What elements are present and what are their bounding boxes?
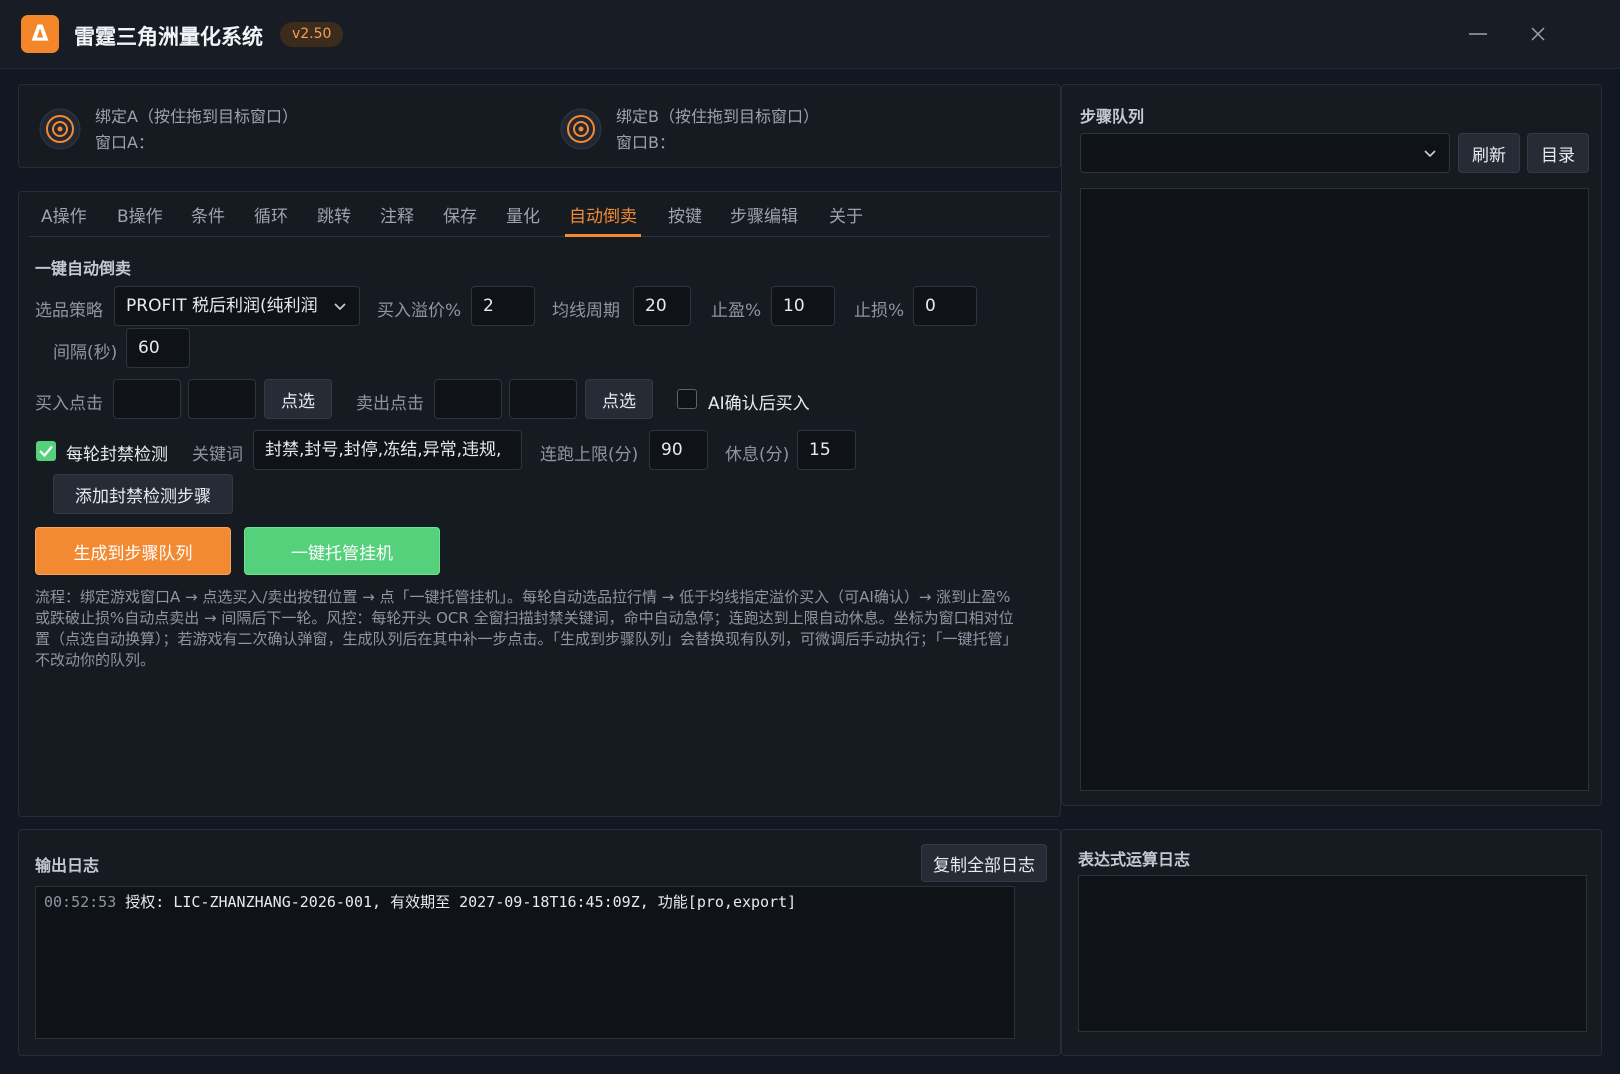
log-time: 00:52:53 bbox=[44, 893, 117, 911]
title-bar: Δ 雷霆三角洲量化系统 v2.50 bbox=[0, 0, 1620, 69]
section-title: 一键自动倒卖 bbox=[35, 259, 132, 278]
main-panel: A操作 B操作 条件 循环 跳转 注释 保存 量化 自动倒卖 按键 步骤编辑 关… bbox=[18, 191, 1061, 817]
stop-loss-input[interactable]: 0 bbox=[913, 286, 977, 326]
sell-pick-button[interactable]: 点选 bbox=[585, 379, 653, 419]
tab-keys[interactable]: 按键 bbox=[668, 202, 702, 234]
step-queue-list[interactable] bbox=[1080, 188, 1589, 791]
tab-condition[interactable]: 条件 bbox=[191, 202, 225, 234]
tab-b-operation[interactable]: B操作 bbox=[117, 202, 163, 234]
ai-confirm-checkbox[interactable] bbox=[677, 389, 697, 409]
premium-label: 买入溢价% bbox=[377, 301, 462, 321]
chevron-down-icon bbox=[1424, 150, 1436, 158]
check-icon bbox=[39, 445, 53, 458]
ban-check-checkbox[interactable] bbox=[36, 441, 56, 461]
tab-about[interactable]: 关于 bbox=[829, 202, 863, 234]
run-limit-label: 连跑上限(分) bbox=[540, 445, 639, 465]
tab-a-operation[interactable]: A操作 bbox=[41, 202, 87, 234]
buy-pick-button[interactable]: 点选 bbox=[264, 379, 332, 419]
target-icon[interactable] bbox=[560, 108, 602, 150]
take-profit-label: 止盈% bbox=[711, 301, 762, 321]
version-badge: v2.50 bbox=[280, 22, 344, 47]
buy-click-label: 买入点击 bbox=[35, 394, 103, 414]
interval-input[interactable]: 60 bbox=[126, 328, 190, 368]
tab-step-edit[interactable]: 步骤编辑 bbox=[730, 202, 798, 234]
close-icon bbox=[1531, 27, 1545, 41]
app-title: 雷霆三角洲量化系统 bbox=[74, 25, 263, 49]
ban-check-label: 每轮封禁检测 bbox=[66, 445, 168, 465]
sell-click-label: 卖出点击 bbox=[356, 394, 424, 414]
minimize-button[interactable] bbox=[1466, 22, 1490, 46]
bind-a-window: 窗口A： bbox=[95, 133, 154, 152]
keyword-label: 关键词 bbox=[192, 445, 243, 465]
tab-comment[interactable]: 注释 bbox=[380, 202, 414, 234]
step-queue-panel: 步骤队列 刷新 目录 bbox=[1061, 84, 1602, 806]
log-line: 00:52:53 授权: LIC-ZHANZHANG-2026-001, 有效期… bbox=[44, 891, 796, 912]
rest-input[interactable]: 15 bbox=[797, 430, 856, 470]
strategy-select[interactable]: PROFIT 税后利润(纯利润 bbox=[114, 286, 360, 326]
ai-confirm-label: AI确认后买入 bbox=[708, 394, 810, 414]
bind-a-label: 绑定A（按住拖到目标窗口） bbox=[95, 107, 298, 126]
strategy-label: 选品策略 bbox=[35, 301, 103, 321]
sell-click-y-input[interactable] bbox=[509, 379, 577, 419]
bind-b-window: 窗口B： bbox=[616, 133, 675, 152]
copy-all-log-button[interactable]: 复制全部日志 bbox=[921, 844, 1047, 882]
close-button[interactable] bbox=[1526, 22, 1550, 46]
tab-save[interactable]: 保存 bbox=[443, 202, 477, 234]
rest-label: 休息(分) bbox=[725, 445, 790, 465]
tab-auto-trade[interactable]: 自动倒卖 bbox=[565, 202, 641, 237]
generate-queue-button[interactable]: 生成到步骤队列 bbox=[35, 527, 231, 575]
expression-log-area[interactable] bbox=[1078, 875, 1587, 1032]
step-queue-select[interactable] bbox=[1080, 133, 1450, 173]
tab-bar: A操作 B操作 条件 循环 跳转 注释 保存 量化 自动倒卖 按键 步骤编辑 关… bbox=[29, 192, 1050, 237]
log-text: 授权: LIC-ZHANZHANG-2026-001, 有效期至 2027-09… bbox=[125, 893, 797, 911]
chevron-down-icon bbox=[334, 303, 346, 311]
tab-quant[interactable]: 量化 bbox=[506, 202, 540, 234]
bind-panel: 绑定A（按住拖到目标窗口） 窗口A： 绑定B（按住拖到目标窗口） 窗口B： bbox=[18, 84, 1061, 168]
premium-input[interactable]: 2 bbox=[471, 286, 535, 326]
bind-b-label: 绑定B（按住拖到目标窗口） bbox=[616, 107, 819, 126]
sell-click-x-input[interactable] bbox=[434, 379, 502, 419]
log-area[interactable]: 00:52:53 授权: LIC-ZHANZHANG-2026-001, 有效期… bbox=[35, 886, 1015, 1039]
app-logo-icon: Δ bbox=[21, 15, 59, 53]
interval-label: 间隔(秒) bbox=[53, 343, 118, 363]
keyword-input[interactable]: 封禁,封号,封停,冻结,异常,违规, bbox=[253, 430, 522, 470]
directory-button[interactable]: 目录 bbox=[1527, 133, 1589, 173]
tab-jump[interactable]: 跳转 bbox=[317, 202, 351, 234]
strategy-value: PROFIT 税后利润(纯利润 bbox=[126, 296, 318, 316]
output-log-panel: 输出日志 复制全部日志 00:52:53 授权: LIC-ZHANZHANG-2… bbox=[18, 829, 1061, 1056]
buy-click-y-input[interactable] bbox=[188, 379, 256, 419]
output-log-title: 输出日志 bbox=[35, 856, 100, 875]
ma-input[interactable]: 20 bbox=[633, 286, 691, 326]
run-limit-input[interactable]: 90 bbox=[649, 430, 708, 470]
target-icon[interactable] bbox=[39, 108, 81, 150]
refresh-button[interactable]: 刷新 bbox=[1458, 133, 1520, 173]
minimize-icon bbox=[1469, 33, 1487, 35]
ma-label: 均线周期 bbox=[552, 301, 620, 321]
tab-loop[interactable]: 循环 bbox=[254, 202, 288, 234]
add-ban-step-button[interactable]: 添加封禁检测步骤 bbox=[53, 474, 233, 514]
expression-log-panel: 表达式运算日志 bbox=[1061, 829, 1602, 1056]
take-profit-input[interactable]: 10 bbox=[771, 286, 835, 326]
buy-click-x-input[interactable] bbox=[113, 379, 181, 419]
stop-loss-label: 止损% bbox=[854, 301, 905, 321]
one-key-hosting-button[interactable]: 一键托管挂机 bbox=[244, 527, 440, 575]
step-queue-title: 步骤队列 bbox=[1080, 107, 1145, 126]
flow-description: 流程：绑定游戏窗口A → 点选买入/卖出按钮位置 → 点「一键托管挂机」。每轮自… bbox=[35, 588, 1014, 669]
expression-log-title: 表达式运算日志 bbox=[1078, 850, 1191, 869]
